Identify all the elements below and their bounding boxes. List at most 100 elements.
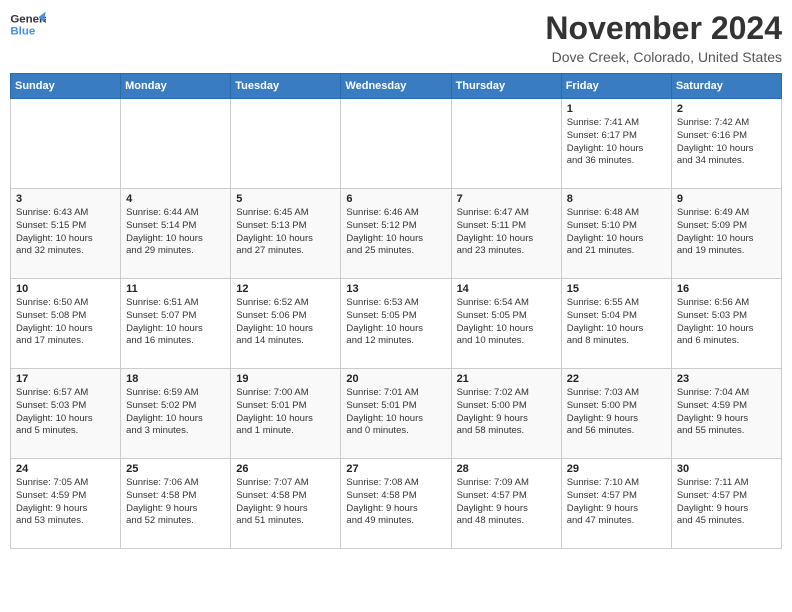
calendar-cell (121, 99, 231, 189)
day-info: Sunrise: 6:56 AM Sunset: 5:03 PM Dayligh… (677, 297, 776, 348)
day-info: Sunrise: 7:11 AM Sunset: 4:57 PM Dayligh… (677, 477, 776, 528)
day-number: 6 (346, 193, 445, 205)
logo: General Blue (10, 10, 46, 40)
weekday-header: Thursday (451, 74, 561, 99)
calendar-cell: 8 Sunrise: 6:48 AM Sunset: 5:10 PM Daylig… (561, 189, 671, 279)
calendar-week-row: 10Sunrise: 6:50 AM Sunset: 5:08 PM Dayli… (11, 279, 782, 369)
day-info: Sunrise: 6:48 AM Sunset: 5:10 PM Dayligh… (567, 207, 666, 258)
calendar-cell: 27 Sunrise: 7:08 AM Sunset: 4:58 PM Dayli… (341, 459, 451, 549)
calendar-week-row: 17Sunrise: 6:57 AM Sunset: 5:03 PM Dayli… (11, 369, 782, 459)
day-number: 21 (457, 373, 556, 385)
day-info: Sunrise: 7:09 AM Sunset: 4:57 PM Dayligh… (457, 477, 556, 528)
day-number: 15 (567, 283, 666, 295)
day-info: Sunrise: 7:03 AM Sunset: 5:00 PM Dayligh… (567, 387, 666, 438)
day-number: 8 (567, 193, 666, 205)
calendar-cell: 14 Sunrise: 6:54 AM Sunset: 5:05 PM Dayli… (451, 279, 561, 369)
day-number: 14 (457, 283, 556, 295)
calendar-cell: 18 Sunrise: 6:59 AM Sunset: 5:02 PM Dayli… (121, 369, 231, 459)
day-info: Sunrise: 7:01 AM Sunset: 5:01 PM Dayligh… (346, 387, 445, 438)
day-number: 16 (677, 283, 776, 295)
calendar-cell: 2 Sunrise: 7:42 AM Sunset: 6:16 PM Daylig… (671, 99, 781, 189)
day-number: 19 (236, 373, 335, 385)
day-info: Sunrise: 7:02 AM Sunset: 5:00 PM Dayligh… (457, 387, 556, 438)
day-number: 24 (16, 463, 115, 475)
day-number: 27 (346, 463, 445, 475)
calendar-cell: 21 Sunrise: 7:02 AM Sunset: 5:00 PM Dayli… (451, 369, 561, 459)
day-number: 11 (126, 283, 225, 295)
day-number: 22 (567, 373, 666, 385)
day-number: 3 (16, 193, 115, 205)
calendar-cell: 9 Sunrise: 6:49 AM Sunset: 5:09 PM Daylig… (671, 189, 781, 279)
day-number: 2 (677, 103, 776, 115)
day-info: Sunrise: 7:00 AM Sunset: 5:01 PM Dayligh… (236, 387, 335, 438)
calendar-cell: 23Sunrise: 7:04 AM Sunset: 4:59 PM Dayli… (671, 369, 781, 459)
title-block: November 2024 Dove Creek, Colorado, Unit… (545, 10, 782, 65)
calendar-header-row: SundayMondayTuesdayWednesdayThursdayFrid… (11, 74, 782, 99)
day-number: 5 (236, 193, 335, 205)
day-number: 23 (677, 373, 776, 385)
calendar-cell (451, 99, 561, 189)
weekday-header: Sunday (11, 74, 121, 99)
calendar-cell: 26 Sunrise: 7:07 AM Sunset: 4:58 PM Dayli… (231, 459, 341, 549)
weekday-header: Monday (121, 74, 231, 99)
day-number: 4 (126, 193, 225, 205)
calendar-cell: 17Sunrise: 6:57 AM Sunset: 5:03 PM Dayli… (11, 369, 121, 459)
day-info: Sunrise: 7:41 AM Sunset: 6:17 PM Dayligh… (567, 117, 666, 168)
day-number: 25 (126, 463, 225, 475)
calendar-cell: 10Sunrise: 6:50 AM Sunset: 5:08 PM Dayli… (11, 279, 121, 369)
day-info: Sunrise: 6:46 AM Sunset: 5:12 PM Dayligh… (346, 207, 445, 258)
day-info: Sunrise: 6:52 AM Sunset: 5:06 PM Dayligh… (236, 297, 335, 348)
day-info: Sunrise: 7:42 AM Sunset: 6:16 PM Dayligh… (677, 117, 776, 168)
day-number: 12 (236, 283, 335, 295)
day-number: 7 (457, 193, 556, 205)
day-number: 26 (236, 463, 335, 475)
calendar-week-row: 1Sunrise: 7:41 AM Sunset: 6:17 PM Daylig… (11, 99, 782, 189)
weekday-header: Wednesday (341, 74, 451, 99)
calendar-week-row: 24 Sunrise: 7:05 AM Sunset: 4:59 PM Dayli… (11, 459, 782, 549)
day-info: Sunrise: 6:53 AM Sunset: 5:05 PM Dayligh… (346, 297, 445, 348)
day-info: Sunrise: 6:49 AM Sunset: 5:09 PM Dayligh… (677, 207, 776, 258)
calendar-cell: 5 Sunrise: 6:45 AM Sunset: 5:13 PM Daylig… (231, 189, 341, 279)
day-info: Sunrise: 7:06 AM Sunset: 4:58 PM Dayligh… (126, 477, 225, 528)
page-header: General Blue November 2024 Dove Creek, C… (10, 10, 782, 65)
calendar-cell: 28Sunrise: 7:09 AM Sunset: 4:57 PM Dayli… (451, 459, 561, 549)
day-info: Sunrise: 6:47 AM Sunset: 5:11 PM Dayligh… (457, 207, 556, 258)
day-number: 18 (126, 373, 225, 385)
day-info: Sunrise: 6:45 AM Sunset: 5:13 PM Dayligh… (236, 207, 335, 258)
location: Dove Creek, Colorado, United States (545, 49, 782, 65)
calendar-cell: 6 Sunrise: 6:46 AM Sunset: 5:12 PM Daylig… (341, 189, 451, 279)
calendar-cell: 12 Sunrise: 6:52 AM Sunset: 5:06 PM Dayli… (231, 279, 341, 369)
calendar-cell: 30 Sunrise: 7:11 AM Sunset: 4:57 PM Dayli… (671, 459, 781, 549)
day-number: 29 (567, 463, 666, 475)
calendar-cell: 29 Sunrise: 7:10 AM Sunset: 4:57 PM Dayli… (561, 459, 671, 549)
day-number: 13 (346, 283, 445, 295)
calendar-cell: 13 Sunrise: 6:53 AM Sunset: 5:05 PM Dayli… (341, 279, 451, 369)
calendar-cell (341, 99, 451, 189)
calendar-cell (231, 99, 341, 189)
calendar-cell (11, 99, 121, 189)
day-info: Sunrise: 6:50 AM Sunset: 5:08 PM Dayligh… (16, 297, 115, 348)
calendar-week-row: 3 Sunrise: 6:43 AM Sunset: 5:15 PM Daylig… (11, 189, 782, 279)
day-info: Sunrise: 7:10 AM Sunset: 4:57 PM Dayligh… (567, 477, 666, 528)
day-info: Sunrise: 6:57 AM Sunset: 5:03 PM Dayligh… (16, 387, 115, 438)
day-info: Sunrise: 6:54 AM Sunset: 5:05 PM Dayligh… (457, 297, 556, 348)
calendar-cell: 1Sunrise: 7:41 AM Sunset: 6:17 PM Daylig… (561, 99, 671, 189)
day-number: 30 (677, 463, 776, 475)
day-info: Sunrise: 7:07 AM Sunset: 4:58 PM Dayligh… (236, 477, 335, 528)
day-info: Sunrise: 6:55 AM Sunset: 5:04 PM Dayligh… (567, 297, 666, 348)
day-info: Sunrise: 6:43 AM Sunset: 5:15 PM Dayligh… (16, 207, 115, 258)
day-info: Sunrise: 7:08 AM Sunset: 4:58 PM Dayligh… (346, 477, 445, 528)
day-info: Sunrise: 7:05 AM Sunset: 4:59 PM Dayligh… (16, 477, 115, 528)
calendar-cell: 3 Sunrise: 6:43 AM Sunset: 5:15 PM Daylig… (11, 189, 121, 279)
calendar-cell: 16 Sunrise: 6:56 AM Sunset: 5:03 PM Dayli… (671, 279, 781, 369)
day-info: Sunrise: 6:51 AM Sunset: 5:07 PM Dayligh… (126, 297, 225, 348)
calendar-cell: 11 Sunrise: 6:51 AM Sunset: 5:07 PM Dayli… (121, 279, 231, 369)
day-info: Sunrise: 6:59 AM Sunset: 5:02 PM Dayligh… (126, 387, 225, 438)
calendar-cell: 7 Sunrise: 6:47 AM Sunset: 5:11 PM Daylig… (451, 189, 561, 279)
calendar-cell: 15 Sunrise: 6:55 AM Sunset: 5:04 PM Dayli… (561, 279, 671, 369)
weekday-header: Saturday (671, 74, 781, 99)
calendar-cell: 19 Sunrise: 7:00 AM Sunset: 5:01 PM Dayli… (231, 369, 341, 459)
day-number: 20 (346, 373, 445, 385)
day-number: 9 (677, 193, 776, 205)
month-title: November 2024 (545, 10, 782, 47)
